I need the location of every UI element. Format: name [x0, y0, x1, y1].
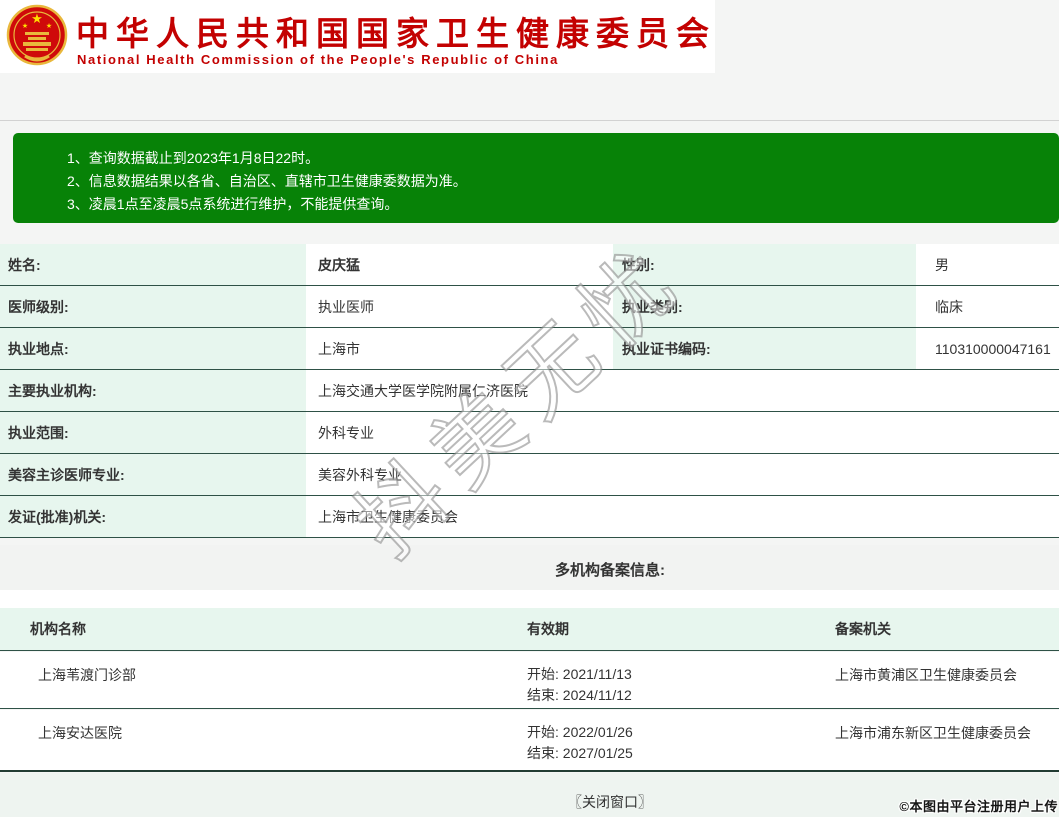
national-emblem-icon: ★ ★ ★	[6, 4, 68, 66]
site-title-english: National Health Commission of the People…	[77, 52, 559, 67]
column-header-validity: 有效期	[527, 621, 569, 637]
org-row: 上海安达医院 开始: 2022/01/26 结束: 2027/01/25 上海市…	[0, 710, 1059, 772]
validity-end: 结束: 2024/11/12	[527, 687, 632, 703]
label-cosmetic-specialty: 美容主诊医师专业:	[0, 454, 306, 495]
value-certificate-number: 110310000047161	[916, 328, 1059, 369]
notice-line: 3、凌晨1点至凌晨5点系统进行维护，不能提供查询。	[67, 196, 399, 212]
label-certificate-number: 执业证书编码:	[613, 328, 916, 369]
section-gap	[0, 590, 1059, 608]
value-name: 皮庆猛	[306, 244, 613, 285]
org-name-cell: 上海苇渡门诊部	[38, 667, 136, 683]
org-name-cell: 上海安达医院	[38, 725, 122, 741]
org-table-header: 机构名称 有效期 备案机关	[0, 608, 1059, 651]
value-issuing-authority: 上海市卫生健康委员会	[306, 496, 1059, 537]
label-name: 姓名:	[0, 244, 306, 285]
page: ★ ★ ★ 中华人民共和国国家卫生健康委员会 National Health C…	[0, 0, 1059, 817]
info-row-level-category: 医师级别: 执业医师 执业类别: 临床	[0, 286, 1059, 328]
info-row-location-certificate: 执业地点: 上海市 执业证书编码: 110310000047161	[0, 328, 1059, 370]
site-title-chinese: 中华人民共和国国家卫生健康委员会	[76, 15, 716, 52]
info-row-main-institution: 主要执业机构: 上海交通大学医学院附属仁济医院	[0, 370, 1059, 412]
notice-line: 1、查询数据截止到2023年1月8日22时。	[67, 150, 320, 166]
org-row: 上海苇渡门诊部 开始: 2021/11/13 结束: 2024/11/12 上海…	[0, 652, 1059, 709]
validity-end: 结束: 2027/01/25	[527, 745, 633, 761]
label-practice-category: 执业类别:	[613, 286, 916, 327]
validity-start: 开始: 2021/11/13	[527, 666, 632, 682]
validity-cell: 开始: 2021/11/13 结束: 2024/11/12	[527, 652, 830, 708]
value-practice-scope: 外科专业	[306, 412, 1059, 453]
label-main-institution: 主要执业机构:	[0, 370, 306, 411]
value-gender: 男	[916, 244, 1059, 285]
column-header-institution: 机构名称	[30, 621, 86, 637]
column-header-agency: 备案机关	[835, 621, 891, 637]
label-doctor-level: 医师级别:	[0, 286, 306, 327]
doctor-info-table: 姓名: 皮庆猛 性别: 男 医师级别: 执业医师 执业类别: 临床 执业地点: …	[0, 244, 1059, 538]
info-row-practice-scope: 执业范围: 外科专业	[0, 412, 1059, 454]
svg-text:★: ★	[31, 11, 43, 26]
validity-start: 开始: 2022/01/26	[527, 724, 633, 740]
value-practice-category: 临床	[916, 286, 1059, 327]
value-main-institution: 上海交通大学医学院附属仁济医院	[306, 370, 1059, 411]
value-practice-location: 上海市	[306, 328, 613, 369]
label-issuing-authority: 发证(批准)机关:	[0, 496, 306, 537]
svg-text:★: ★	[46, 22, 52, 30]
agency-cell: 上海市浦东新区卫生健康委员会	[835, 725, 1031, 741]
notice-banner: 1、查询数据截止到2023年1月8日22时。 2、信息数据结果以各省、自治区、直…	[13, 133, 1059, 223]
validity-cell: 开始: 2022/01/26 结束: 2027/01/25	[527, 710, 830, 770]
label-practice-scope: 执业范围:	[0, 412, 306, 453]
agency-cell: 上海市黄浦区卫生健康委员会	[835, 667, 1017, 683]
copyright-watermark: ©本图由平台注册用户上传	[899, 799, 1058, 814]
svg-text:★: ★	[22, 22, 28, 30]
info-row-cosmetic-specialty: 美容主诊医师专业: 美容外科专业	[0, 454, 1059, 496]
notice-line: 2、信息数据结果以各省、自治区、直辖市卫生健康委数据为准。	[67, 173, 467, 189]
section-title: 多机构备案信息:	[555, 562, 665, 579]
header-divider	[0, 120, 1059, 121]
value-doctor-level: 执业医师	[306, 286, 613, 327]
value-cosmetic-specialty: 美容外科专业	[306, 454, 1059, 495]
info-row-name-gender: 姓名: 皮庆猛 性别: 男	[0, 244, 1059, 286]
info-row-issuing-authority: 发证(批准)机关: 上海市卫生健康委员会	[0, 496, 1059, 538]
site-header: ★ ★ ★ 中华人民共和国国家卫生健康委员会 National Health C…	[0, 0, 715, 73]
label-practice-location: 执业地点:	[0, 328, 306, 369]
label-gender: 性别:	[613, 244, 916, 285]
